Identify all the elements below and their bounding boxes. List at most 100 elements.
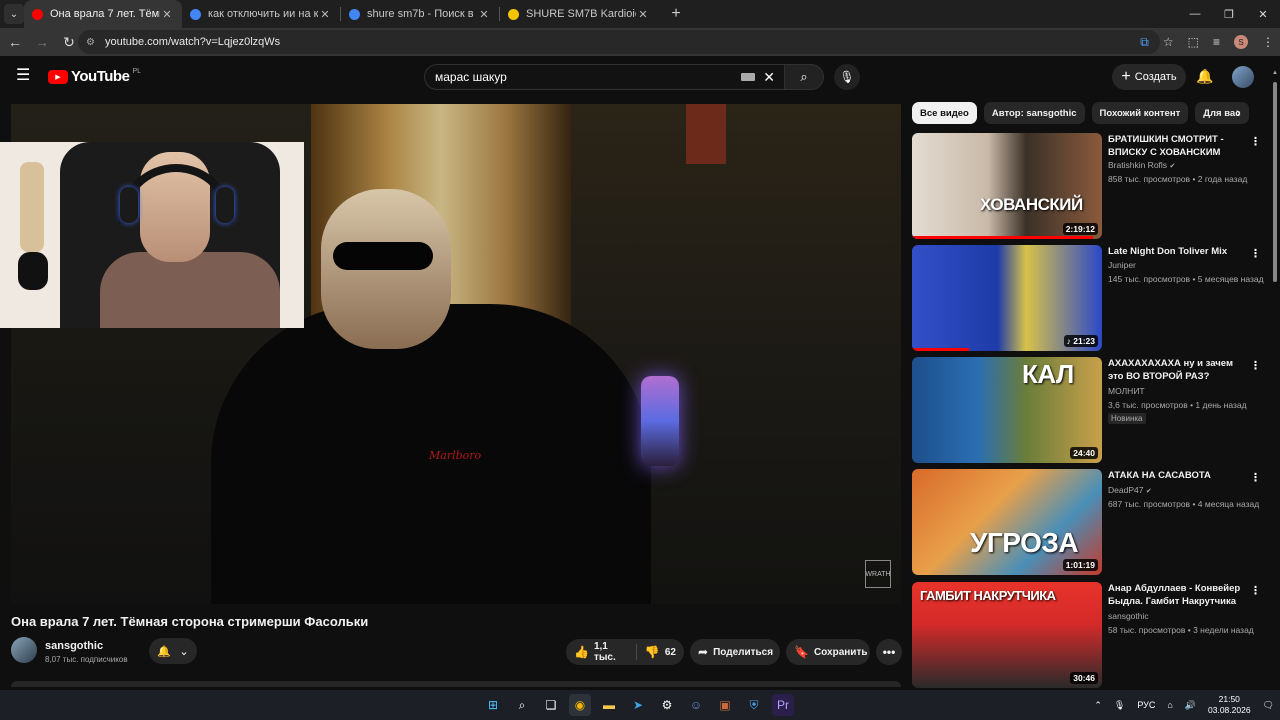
- channel-name[interactable]: sansgothic: [45, 640, 103, 652]
- like-button[interactable]: 👍 1,1 тыс.: [566, 639, 636, 665]
- close-tab-icon[interactable]: ✕: [477, 8, 491, 21]
- notification-center-icon[interactable]: 🗨: [1263, 700, 1274, 711]
- video-thumbnail[interactable]: ♪ 21:23: [912, 245, 1102, 351]
- chip-related[interactable]: Похожий контент: [1091, 102, 1189, 124]
- discord-icon[interactable]: ☺: [685, 694, 707, 716]
- clock-date: 03.08.2026: [1208, 705, 1251, 715]
- recommendation-item[interactable]: КАЛ 24:40 АХАХАХАХАХА ну и зачем это ВО …: [912, 357, 1262, 463]
- dislike-button[interactable]: 👎 62: [637, 639, 684, 665]
- upload-age: 3 недели назад: [1193, 625, 1254, 635]
- system-clock[interactable]: 21:50 03.08.2026: [1208, 694, 1251, 716]
- extensions-icon[interactable]: ⬚: [1188, 35, 1199, 49]
- close-tab-icon[interactable]: ✕: [636, 8, 650, 21]
- country-code: PL: [132, 68, 141, 75]
- game-app-icon[interactable]: ▣: [714, 694, 736, 716]
- youtube-logo[interactable]: ▶ YouTube PL: [48, 68, 141, 85]
- chevron-right-icon[interactable]: ›: [1236, 104, 1241, 120]
- browser-menu-icon[interactable]: ⋮: [1262, 35, 1274, 49]
- tab-search-button[interactable]: ⌄: [4, 4, 24, 24]
- recommendation-item[interactable]: ХОВАНСКИЙ 2:19:12 БРАТИШКИН СМОТРИТ - ВП…: [912, 133, 1262, 239]
- account-avatar[interactable]: [1232, 66, 1254, 88]
- chip-all-videos[interactable]: Все видео: [912, 102, 977, 124]
- recommendation-item[interactable]: ♪ 21:23 Late Night Don Toliver Mix Junip…: [912, 245, 1264, 351]
- tab-shure-shop[interactable]: SHURE SM7B Kardioidalny Mikrofon ✕: [500, 0, 658, 28]
- video-thumbnail[interactable]: УГРОЗА 1:01:19: [912, 469, 1102, 575]
- reading-list-icon[interactable]: ≡: [1213, 35, 1220, 49]
- task-view-icon[interactable]: ❏: [540, 694, 562, 716]
- share-button[interactable]: ➦ Поделиться: [690, 639, 780, 665]
- guide-menu-icon[interactable]: ☰: [16, 68, 32, 84]
- recommendation-meta: 3,6 тыс. просмотров • 1 день назад: [1108, 400, 1247, 410]
- close-tab-icon[interactable]: ✕: [318, 8, 332, 21]
- page-scrollbar[interactable]: ▲: [1270, 56, 1280, 690]
- recommendation-channel[interactable]: Bratishkin Rofls ✔: [1108, 160, 1175, 170]
- address-bar[interactable]: ⚙ youtube.com/watch?v=Lqjez0lzqWs: [78, 30, 1160, 54]
- more-vert-icon[interactable]: ⋮: [1250, 247, 1261, 260]
- search-input[interactable]: марас шакур ✕: [424, 64, 786, 90]
- more-vert-icon[interactable]: ⋮: [1250, 359, 1261, 372]
- site-info-icon[interactable]: ⚙: [86, 37, 95, 48]
- close-window-icon[interactable]: ✕: [1246, 0, 1280, 28]
- description-box[interactable]: [11, 681, 901, 687]
- bookmark-star-icon[interactable]: ☆: [1163, 35, 1174, 49]
- new-tab-button[interactable]: +: [666, 5, 686, 23]
- tab-youtube[interactable]: Она врала 7 лет. Тёмная сторона стримерш…: [24, 0, 182, 28]
- tab-google-shure[interactable]: shure sm7b - Поиск в Google ✕: [341, 0, 499, 28]
- create-button[interactable]: + Создать: [1112, 64, 1186, 90]
- system-tray: ⌃ 🎙 РУС ⌂ 🔊 21:50 03.08.2026 🗨: [1094, 694, 1274, 716]
- input-language[interactable]: РУС: [1137, 700, 1155, 710]
- more-vert-icon[interactable]: ⋮: [1250, 584, 1261, 597]
- upload-age: 4 месяца назад: [1197, 499, 1260, 509]
- video-thumbnail[interactable]: КАЛ 24:40: [912, 357, 1102, 463]
- chip-author[interactable]: Автор: sansgothic: [983, 102, 1085, 124]
- search-button[interactable]: ⌕: [784, 64, 824, 90]
- shield-app-icon[interactable]: ⛨: [743, 694, 765, 716]
- voice-search-button[interactable]: 🎙: [834, 64, 860, 90]
- new-badge: Новинка: [1108, 413, 1146, 424]
- telegram-icon[interactable]: ➤: [627, 694, 649, 716]
- webcam-person-shirt: [100, 252, 280, 328]
- steam-icon[interactable]: ⚙: [656, 694, 678, 716]
- upload-age: 5 месяцев назад: [1197, 274, 1264, 284]
- minimize-icon[interactable]: —: [1178, 0, 1212, 28]
- thumbs-up-icon: 👍: [574, 645, 589, 659]
- recommendation-channel[interactable]: МОЛНИТ: [1108, 386, 1145, 396]
- back-arrow-icon[interactable]: ←: [3, 30, 27, 54]
- video-thumbnail[interactable]: ГАМБИТ НАКРУТЧИКА 30:46: [912, 582, 1102, 688]
- forward-arrow-icon[interactable]: →: [30, 30, 54, 54]
- profile-avatar[interactable]: S: [1234, 35, 1248, 49]
- recommendation-channel[interactable]: sansgothic: [1108, 611, 1149, 621]
- tab-kick-search[interactable]: как отключить ии на кике если ✕: [182, 0, 340, 28]
- video-thumbnail[interactable]: ХОВАНСКИЙ 2:19:12: [912, 133, 1102, 239]
- tray-overflow-icon[interactable]: ⌃: [1094, 700, 1102, 711]
- network-icon[interactable]: ⌂: [1167, 700, 1172, 710]
- tray-mic-icon[interactable]: 🎙: [1114, 700, 1125, 711]
- clear-search-icon[interactable]: ✕: [763, 69, 775, 86]
- scrollbar-thumb[interactable]: [1273, 82, 1277, 282]
- recommendation-channel[interactable]: Juniper: [1108, 260, 1136, 270]
- recommendation-channel[interactable]: DeadP47 ✔: [1108, 485, 1152, 495]
- more-actions-button[interactable]: •••: [876, 639, 902, 665]
- dislike-count: 62: [664, 646, 676, 658]
- volume-icon[interactable]: 🔊: [1185, 700, 1196, 711]
- chrome-icon[interactable]: ◉: [569, 694, 591, 716]
- taskbar-search-icon[interactable]: ⌕: [511, 694, 533, 716]
- video-wall-poster: [686, 104, 726, 164]
- start-windows-icon[interactable]: ⊞: [482, 694, 504, 716]
- notifications-bell-icon[interactable]: 🔔: [1196, 68, 1213, 85]
- scroll-up-icon[interactable]: ▲: [1272, 70, 1278, 76]
- premiere-pro-icon[interactable]: Pr: [772, 694, 794, 716]
- close-tab-icon[interactable]: ✕: [160, 8, 174, 21]
- more-vert-icon[interactable]: ⋮: [1250, 471, 1261, 484]
- file-explorer-icon[interactable]: ▬: [598, 694, 620, 716]
- subscription-bell-button[interactable]: 🔔 ⌄: [149, 638, 197, 664]
- channel-avatar[interactable]: [11, 637, 37, 663]
- translate-icon[interactable]: ⧉: [1140, 35, 1149, 50]
- recommendation-item[interactable]: УГРОЗА 1:01:19 АТАКА НА САСАВОТА DeadP47…: [912, 469, 1262, 575]
- restore-icon[interactable]: ❐: [1212, 0, 1246, 28]
- more-vert-icon[interactable]: ⋮: [1250, 135, 1261, 148]
- browser-toolbar: ← → ↻ ⚙ youtube.com/watch?v=Lqjez0lzqWs …: [0, 28, 1280, 56]
- keyboard-icon[interactable]: [741, 73, 755, 81]
- save-button[interactable]: 🔖 Сохранить: [786, 639, 870, 665]
- recommendation-item[interactable]: ГАМБИТ НАКРУТЧИКА 30:46 Анар Абдуллаев -…: [912, 582, 1262, 688]
